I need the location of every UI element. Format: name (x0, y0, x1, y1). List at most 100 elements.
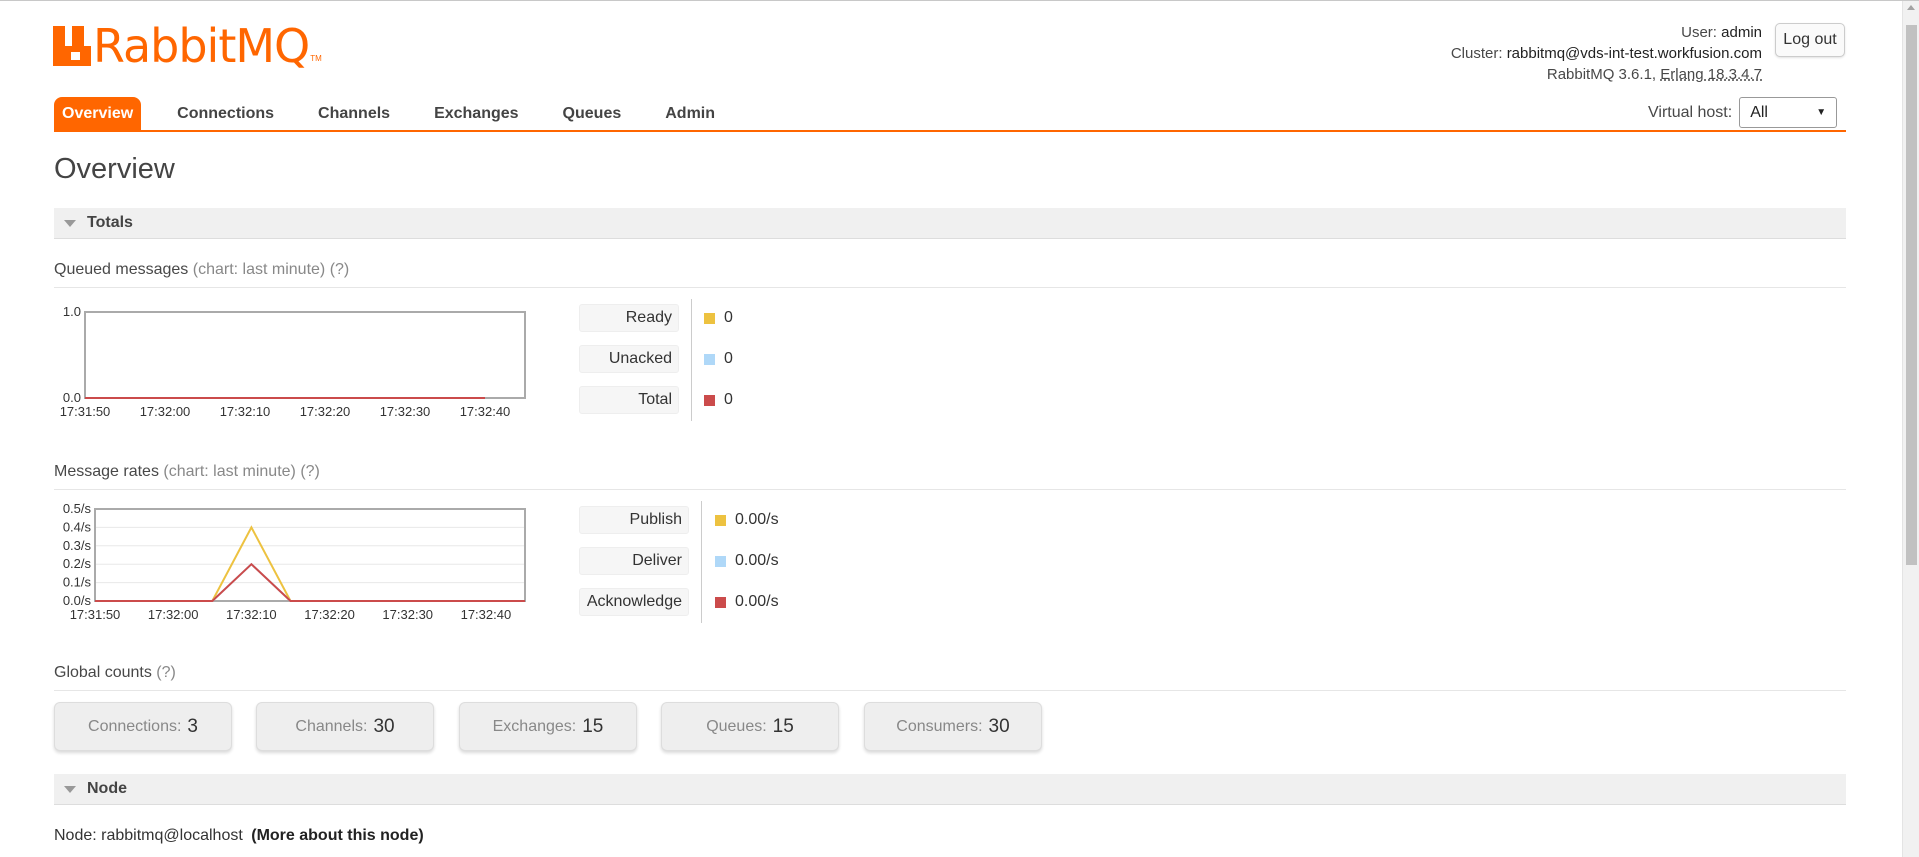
cluster-name: rabbitmq@vds-int-test.workfusion.com (1506, 45, 1762, 62)
tab-connections[interactable]: Connections (177, 97, 274, 131)
x-tick-label: 17:31:50 (70, 607, 121, 622)
tab-exchanges[interactable]: Exchanges (434, 97, 518, 131)
tab-admin[interactable]: Admin (665, 97, 715, 131)
legend-label-deliver: Deliver (579, 547, 689, 575)
legend-row-ready: Ready (579, 303, 679, 333)
acknowledge-value: 0.00/s (735, 593, 779, 610)
legend-separator (691, 299, 692, 421)
publish-swatch-icon (715, 514, 726, 526)
logo-trademark: TM (310, 54, 322, 63)
message-rates-help[interactable]: (?) (300, 463, 320, 480)
node-title: Node (87, 780, 127, 797)
queued-messages-help[interactable]: (?) (330, 261, 350, 278)
queued-messages-title: Queued messages (54, 261, 189, 278)
y-tick-label: 0.1/s (63, 575, 92, 590)
legend-label-ready: Ready (579, 304, 679, 332)
x-tick-label: 17:32:00 (148, 607, 199, 622)
legend-label-acknowledge: Acknowledge (579, 588, 689, 616)
virtual-host-label: Virtual host: (1648, 103, 1733, 121)
legend-label-unacked: Unacked (579, 345, 679, 373)
y-tick-label: 0.4/s (63, 519, 92, 534)
legend-value-total: 0 (704, 385, 733, 415)
collapse-triangle-icon (64, 219, 76, 227)
legend-label-publish: Publish (579, 506, 689, 534)
message-rates-header: Message rates (chart: last minute) (?) (54, 463, 1846, 490)
logout-button[interactable]: Log out (1775, 23, 1845, 57)
unacked-swatch-icon (704, 353, 715, 365)
channels-count-label: Channels: (295, 717, 368, 735)
y-tick-label: 0.0 (63, 390, 81, 405)
legend-value-acknowledge: 0.00/s (715, 587, 779, 617)
queued-messages-chart-range[interactable]: (chart: last minute) (193, 261, 325, 278)
deliver-value: 0.00/s (735, 552, 779, 569)
connections-count[interactable]: Connections: 3 (54, 702, 232, 751)
erlang-version: Erlang 18.3.4.7 (1660, 66, 1762, 83)
total-swatch-icon (704, 394, 715, 406)
version-line: RabbitMQ 3.6.1, Erlang 18.3.4.7 (1451, 64, 1762, 85)
node-section-header[interactable]: Node (54, 774, 1846, 805)
queues-count[interactable]: Queues: 15 (661, 702, 839, 751)
x-tick-label: 17:32:20 (304, 607, 355, 622)
user-label: User: (1681, 24, 1717, 41)
cluster-label: Cluster: (1450, 45, 1503, 62)
queued-messages-header: Queued messages (chart: last minute) (?) (54, 261, 1846, 288)
totals-section-header[interactable]: Totals (54, 208, 1846, 239)
exchanges-count-value: 15 (582, 715, 604, 737)
ready-value: 0 (724, 309, 733, 326)
y-tick-label: 1.0 (63, 304, 81, 319)
dropdown-caret-icon: ▼ (1816, 107, 1827, 118)
totals-title: Totals (87, 214, 133, 231)
queues-count-value: 15 (772, 715, 794, 737)
tab-queues[interactable]: Queues (563, 97, 622, 131)
vertical-scrollbar[interactable] (1902, 1, 1919, 857)
y-tick-label: 0.5/s (63, 501, 92, 516)
logo-text: RabbitMQ (93, 19, 310, 73)
plot-border (94, 508, 526, 602)
global-counts-header: Global counts (?) (54, 664, 1846, 691)
rabbitmq-logo[interactable]: RabbitMQ TM (53, 23, 322, 69)
tab-overview[interactable]: Overview (54, 97, 142, 131)
message-rates-chart-svg: 0.0/s 0.1/s 0.2/s 0.3/s 0.4/s 0.5/s 17:31:50 17… (63, 501, 526, 622)
global-counts-help[interactable]: (?) (156, 664, 176, 681)
message-rates-chart: 0.0/s 0.1/s 0.2/s 0.3/s 0.4/s 0.5/s 17:31:50 17… (54, 501, 534, 626)
scroll-up-icon[interactable] (1907, 5, 1915, 10)
tab-channels[interactable]: Channels (318, 97, 390, 131)
node-label: Node: (54, 827, 97, 844)
queues-count-label: Queues: (706, 717, 767, 735)
exchanges-count-label: Exchanges: (492, 717, 577, 735)
legend-value-unacked: 0 (704, 344, 733, 374)
y-tick-label: 0.3/s (63, 538, 92, 553)
x-tick-label: 17:32:00 (140, 404, 191, 419)
global-counts-title: Global counts (54, 664, 152, 681)
unacked-value: 0 (724, 350, 733, 367)
x-tick-label: 17:32:30 (380, 404, 431, 419)
legend-row-total: Total (579, 385, 679, 415)
deliver-swatch-icon (715, 555, 726, 567)
acknowledge-swatch-icon (715, 596, 726, 608)
message-rates-chart-range[interactable]: (chart: last minute) (163, 463, 295, 480)
scroll-thumb[interactable] (1906, 25, 1917, 565)
channels-count[interactable]: Channels: 30 (256, 702, 434, 751)
user-name: admin (1721, 24, 1762, 41)
collapse-triangle-icon (64, 785, 76, 793)
virtual-host-select[interactable]: All ▼ (1739, 97, 1838, 128)
total-value: 0 (724, 391, 733, 408)
x-tick-label: 17:32:30 (382, 607, 433, 622)
main-nav: Overview Connections Channels Exchanges … (54, 97, 759, 131)
consumers-count[interactable]: Consumers: 30 (864, 702, 1042, 751)
y-tick-label: 0.0/s (63, 593, 92, 608)
more-about-node-link[interactable]: (More about this node) (251, 827, 423, 844)
plot-border (84, 311, 526, 399)
x-tick-label: 17:31:50 (60, 404, 111, 419)
virtual-host-selector: Virtual host: All ▼ (1648, 97, 1838, 128)
legend-label-total: Total (579, 386, 679, 414)
exchanges-count[interactable]: Exchanges: 15 (459, 702, 637, 751)
legend-row-deliver: Deliver (579, 546, 689, 576)
connections-count-label: Connections: (88, 717, 182, 735)
legend-row-publish: Publish (579, 505, 689, 535)
node-name: rabbitmq@localhost (101, 827, 243, 844)
legend-value-ready: 0 (704, 303, 733, 333)
x-tick-label: 17:32:40 (461, 607, 512, 622)
x-tick-label: 17:32:20 (300, 404, 351, 419)
legend-separator (701, 501, 702, 623)
